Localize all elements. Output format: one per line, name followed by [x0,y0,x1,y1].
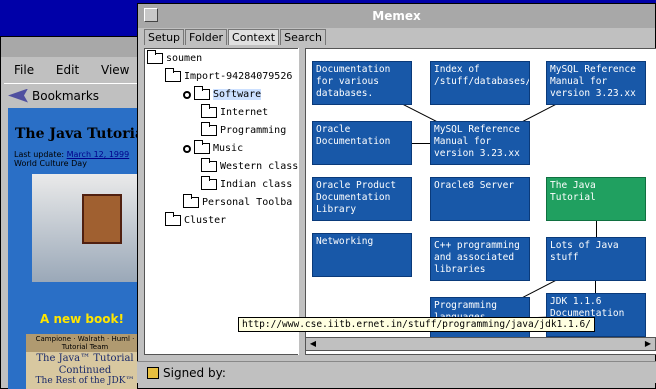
graph-node[interactable]: The Java Tutorial [546,177,646,221]
tab-folder[interactable]: Folder [185,29,228,45]
menu-file[interactable]: File [14,63,34,77]
tree-item[interactable]: Indian class [201,176,293,190]
folder-icon [194,140,210,154]
browser-content: The Java Tutorial Last update: March 12,… [8,108,150,389]
menu-view[interactable]: View [101,63,129,77]
tree-item[interactable]: Programming [201,122,287,136]
tree-item-label: Western class [220,161,299,172]
browser-title-bar[interactable] [1,37,149,57]
book-subtitle: The Rest of the JDK™ [35,376,135,386]
bookmarks-icon [8,88,28,103]
graph-node[interactable]: MySQL Reference Manual for version 3.23.… [546,61,646,105]
culture-day-text: World Culture Day [14,159,87,168]
tree-item[interactable]: Cluster [165,212,227,226]
graph-node[interactable]: Oracle8 Server [430,177,530,221]
folder-icon [201,122,217,136]
folder-icon [165,212,181,226]
memex-title: Memex [372,9,421,23]
tree-item[interactable]: Internet [201,104,269,118]
folder-icon [201,158,217,172]
graph-node[interactable]: MySQL Reference Manual for version 3.23.… [430,121,530,165]
pin-icon[interactable] [183,144,191,153]
tree-item[interactable]: Personal Toolba [183,194,293,208]
scroll-left-icon[interactable]: ◀ [307,339,319,349]
url-tooltip: http://www.cse.iitb.ernet.in/stuff/progr… [238,317,595,332]
duke-icon [82,194,122,244]
tree-item-label: Software [213,89,262,100]
scroll-right-icon[interactable]: ▶ [642,339,654,349]
last-update-link[interactable]: March 12, 1999 [67,150,130,159]
book-cover-image[interactable]: Campione · Walrath · Huml · Tutorial Tea… [26,334,144,389]
bookmarks-button[interactable]: Bookmarks [32,89,99,103]
tree-item-label: Cluster [184,215,227,226]
tab-search[interactable]: Search [280,29,326,45]
folder-icon [201,104,217,118]
graph-node[interactable]: Oracle Product Documentation Library [312,177,412,221]
tab-setup[interactable]: Setup [144,29,185,45]
memex-title-bar[interactable]: Memex [138,4,655,28]
status-text: Signed by: [163,365,226,380]
folder-icon [165,68,181,82]
duke-winter-image [32,174,140,282]
tree-item-label: Music [213,143,244,154]
folder-icon [183,194,199,208]
graph-node[interactable]: Index of /stuff/databases/LDAP [430,61,530,105]
book-title: The Java™ Tutorial [36,353,134,364]
last-update-label: Last update: [14,150,65,159]
tree-item-label: Internet [220,107,269,118]
lock-icon [147,366,159,379]
tree-item[interactable]: Import-94284079526 [165,68,293,82]
graph-node[interactable]: Oracle Documentation [312,121,412,165]
tree-item-label: Programming [220,125,287,136]
window-menu-icon[interactable] [144,8,158,22]
tree-item[interactable]: Music [183,140,244,154]
book-authors: Campione · Walrath · Huml · Tutorial Tea… [26,334,144,352]
menu-edit[interactable]: Edit [56,63,79,77]
tree-item[interactable]: Software [183,86,262,100]
tree-item-label: soumen [166,53,203,64]
graph-node[interactable]: Documentation for various databases. [312,61,412,105]
folder-icon [201,176,217,190]
page-title: The Java Tutorial [15,126,150,142]
folder-icon [194,86,210,100]
memex-tabs: Setup Folder Context Search [144,29,327,45]
graph-node[interactable]: Networking [312,233,412,277]
folder-icon [147,50,163,64]
tab-context[interactable]: Context [228,29,280,45]
tree-item-label: Indian class [220,179,293,190]
new-book-heading: A new book! [40,312,124,326]
last-update: Last update: March 12, 1999 World Cultur… [14,150,129,168]
pin-icon[interactable] [183,90,191,99]
tree-item[interactable]: Western class [201,158,299,172]
bookmarks-toolbar: Bookmarks [4,83,150,107]
tree-item[interactable]: soumen [147,50,203,64]
tree-item-label: Import-94284079526 [184,71,293,82]
folder-tree: soumen Import-94284079526 Software Internet… [144,48,299,355]
context-graph: Documentation for various databases. Inde… [305,48,656,355]
graph-horizontal-scrollbar[interactable]: ◀ ▶ [305,337,656,351]
status-bar: Signed by: [137,361,656,383]
book-title-continued: Continued [58,365,112,376]
graph-node[interactable]: C++ programming and associated libraries [430,237,530,281]
tree-item-label: Personal Toolba [202,197,293,208]
graph-node[interactable]: Lots of Java stuff [546,237,646,281]
